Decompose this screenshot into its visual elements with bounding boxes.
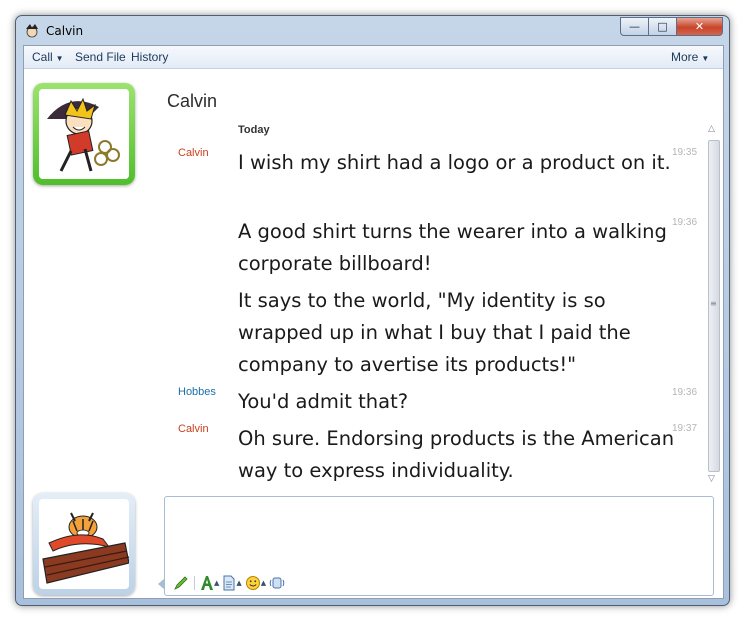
message-text: I wish my shirt had a logo or a product … xyxy=(238,151,671,174)
minimize-button[interactable]: — xyxy=(620,17,648,36)
maximize-icon: □ xyxy=(657,20,668,33)
minimize-icon: — xyxy=(629,20,640,33)
more-menu[interactable]: More ▼ xyxy=(671,50,709,64)
send-file-button[interactable]: Send File xyxy=(75,50,126,64)
calvin-app-icon xyxy=(26,24,38,38)
send-document-button[interactable]: ▲ xyxy=(222,575,242,591)
close-button[interactable]: ✕ xyxy=(676,17,723,36)
chevron-up-icon: ▲ xyxy=(236,579,242,587)
history-button[interactable]: History xyxy=(131,50,168,64)
self-avatar[interactable] xyxy=(33,493,135,595)
handwriting-pen-icon[interactable] xyxy=(173,575,189,591)
close-icon: ✕ xyxy=(694,20,705,33)
emoticon-icon xyxy=(245,576,260,590)
message-text: A good shirt turns the wearer into a wal… xyxy=(238,220,667,275)
chevron-down-icon: ▼ xyxy=(701,54,710,63)
day-header: Today xyxy=(238,124,270,136)
emoticon-button[interactable]: ▲ xyxy=(245,575,266,591)
chevron-up-icon: ▲ xyxy=(214,579,220,587)
scroll-up-icon[interactable]: △ xyxy=(708,124,715,134)
menu-toolbar: Call ▼ Send File History More ▼ xyxy=(24,46,723,69)
chat-client-area: Call ▼ Send File History More ▼ Calvin T… xyxy=(23,45,724,599)
chat-window: Calvin — □ ✕ Call ▼ Send File History Mor… xyxy=(15,15,730,606)
calvin-umbrella-avatar xyxy=(39,89,129,179)
contact-name: Calvin xyxy=(167,91,218,111)
message-input[interactable] xyxy=(171,501,707,571)
grip-icon: ≡ xyxy=(710,299,717,308)
title-bar[interactable]: Calvin — □ ✕ xyxy=(16,16,729,46)
compose-toolbar: ▲ ▲ ▲ xyxy=(173,575,285,591)
toolbar-divider xyxy=(194,576,195,590)
chevron-up-icon: ▲ xyxy=(260,579,267,587)
maximize-button[interactable]: □ xyxy=(648,17,676,36)
chevron-down-icon: ▼ xyxy=(55,54,64,63)
document-icon xyxy=(223,575,235,591)
scroll-down-icon[interactable]: ▽ xyxy=(708,474,715,484)
conversation-scrollbar[interactable]: △ ≡ ▽ xyxy=(706,122,720,486)
message-sender: Calvin xyxy=(178,147,209,159)
font-icon xyxy=(201,576,213,590)
window-title: Calvin xyxy=(46,24,84,38)
call-menu[interactable]: Call ▼ xyxy=(32,50,64,64)
contact-avatar[interactable] xyxy=(33,83,135,185)
call-label: Call xyxy=(32,50,53,64)
message-sender: Hobbes xyxy=(178,386,216,398)
message-text: You'd admit that? xyxy=(238,390,409,413)
message-text: It says to the world, "My identity is so… xyxy=(238,289,631,376)
nudge-button[interactable] xyxy=(269,575,285,591)
message-compose-box[interactable]: ▲ ▲ ▲ xyxy=(164,496,714,596)
font-button[interactable]: ▲ xyxy=(200,575,219,591)
hobbes-wagon-avatar xyxy=(39,499,129,589)
message-sender: Calvin xyxy=(178,423,209,435)
nudge-icon xyxy=(269,577,285,589)
message-text: Oh sure. Endorsing products is the Ameri… xyxy=(238,427,675,482)
more-label: More xyxy=(671,50,699,64)
scrollbar-thumb[interactable]: ≡ xyxy=(708,140,720,472)
